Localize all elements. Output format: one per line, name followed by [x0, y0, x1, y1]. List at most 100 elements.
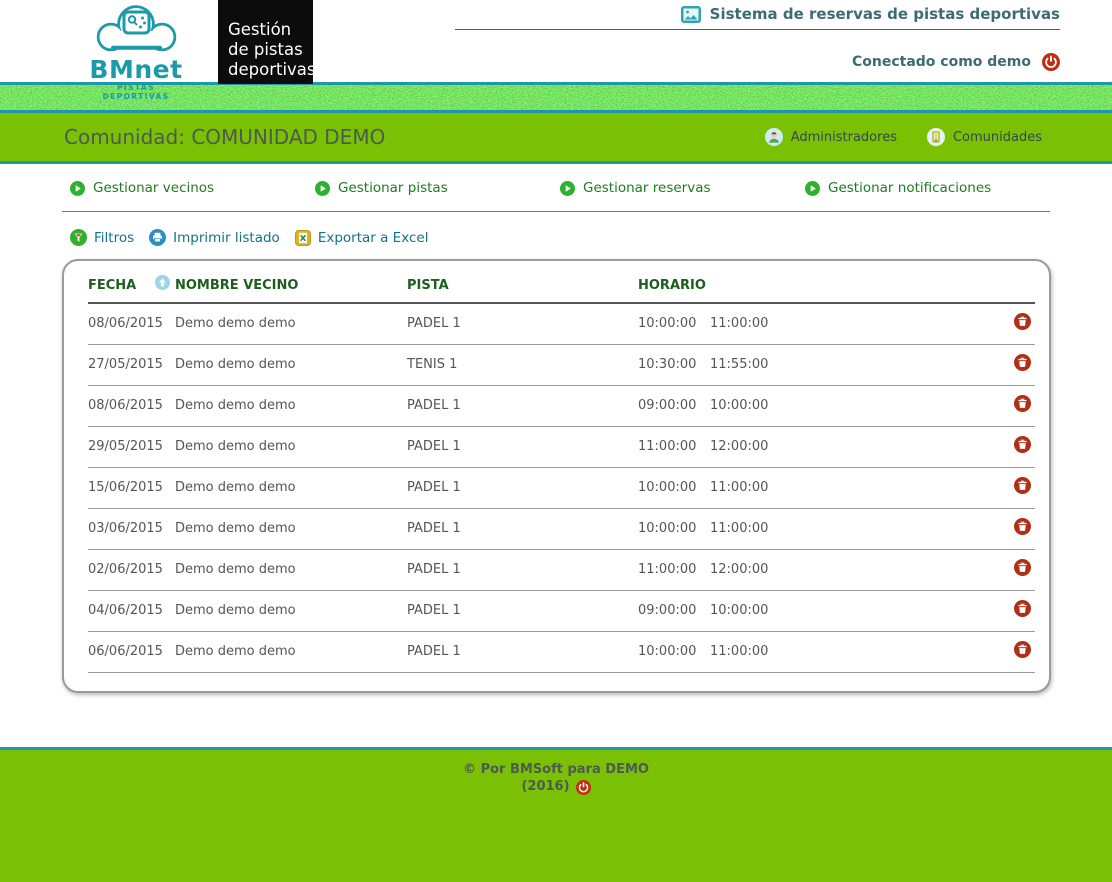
connected-as-text: Conectado como demo	[851, 54, 1031, 70]
connected-status: Conectado como demo	[852, 53, 1060, 71]
cell-nombre-vecino: Demo demo demo	[175, 426, 407, 468]
cell-actions	[993, 344, 1035, 386]
main-menu: Gestionar vecinos Gestionar pistas Gesti…	[62, 180, 1050, 212]
cell-horario: 10:00:00 11:00:00	[638, 631, 993, 673]
delete-reservation-button[interactable]	[1014, 641, 1031, 658]
system-title: Sistema de reservas de pistas deportivas	[680, 5, 1060, 23]
reservation-row: 08/06/2015 Demo demo demo PADEL 1 09:00:…	[88, 385, 1035, 427]
filter-funnel-circle-icon	[70, 229, 87, 246]
menu-label: Gestionar vecinos	[93, 180, 215, 196]
cell-pista: PADEL 1	[407, 508, 638, 550]
cloud-folder-icon	[96, 5, 176, 52]
trash-icon	[1014, 354, 1031, 371]
printer-circle-icon	[149, 229, 167, 246]
delete-reservation-button[interactable]	[1014, 354, 1031, 371]
hora-inicio: 10:00:00	[638, 480, 697, 495]
footer-power-icon[interactable]	[575, 779, 591, 795]
delete-reservation-button[interactable]	[1014, 313, 1031, 330]
administradores-link[interactable]: Administradores	[764, 128, 897, 146]
hora-fin: 12:00:00	[710, 439, 769, 454]
cell-nombre-vecino: Demo demo demo	[175, 631, 407, 673]
building-icon	[926, 128, 945, 146]
cell-fecha: 08/06/2015	[88, 385, 175, 427]
hora-inicio: 09:00:00	[638, 398, 697, 413]
comunidades-label: Comunidades	[952, 129, 1042, 145]
cell-nombre-vecino: Demo demo demo	[175, 549, 407, 591]
cell-actions	[993, 303, 1035, 345]
menu-gestionar-vecinos[interactable]: Gestionar vecinos	[70, 180, 315, 196]
cell-nombre-vecino: Demo demo demo	[175, 508, 407, 550]
comunidades-link[interactable]: Comunidades	[926, 128, 1042, 146]
cell-nombre-vecino: Demo demo demo	[175, 303, 407, 345]
imprimir-listado-button[interactable]: Imprimir listado	[149, 229, 280, 246]
hora-inicio: 10:00:00	[638, 521, 697, 536]
cell-pista: PADEL 1	[407, 590, 638, 632]
menu-label: Gestionar reservas	[583, 180, 711, 196]
filtros-button[interactable]: Filtros	[70, 229, 134, 246]
hora-inicio: 10:00:00	[638, 316, 697, 331]
menu-gestionar-reservas[interactable]: Gestionar reservas	[560, 180, 805, 196]
trash-icon	[1014, 518, 1031, 535]
community-bar: Comunidad: COMUNIDAD DEMO Administradore…	[0, 113, 1112, 164]
delete-reservation-button[interactable]	[1014, 600, 1031, 617]
bmnet-logo[interactable]: BMnet PISTAS DEPORTIVAS	[86, 3, 186, 101]
picture-frame-icon	[680, 5, 701, 23]
exportar-excel-button[interactable]: Exportar a Excel	[294, 229, 428, 246]
reservation-row: 02/06/2015 Demo demo demo PADEL 1 11:00:…	[88, 549, 1035, 591]
cell-fecha: 29/05/2015	[88, 426, 175, 468]
cell-fecha: 04/06/2015	[88, 590, 175, 632]
trash-icon	[1014, 313, 1031, 330]
system-title-text: Sistema de reservas de pistas deportivas	[709, 5, 1060, 23]
hora-fin: 11:00:00	[710, 316, 769, 331]
delete-reservation-button[interactable]	[1014, 518, 1031, 535]
menu-gestionar-pistas[interactable]: Gestionar pistas	[315, 180, 560, 196]
cell-fecha: 15/06/2015	[88, 467, 175, 509]
cell-fecha: 08/06/2015	[88, 303, 175, 345]
play-circle-icon	[315, 180, 330, 196]
footer-line2: (2016)	[0, 779, 1112, 796]
trash-icon	[1014, 395, 1031, 412]
reservation-row: 29/05/2015 Demo demo demo PADEL 1 11:00:…	[88, 426, 1035, 468]
delete-reservation-button[interactable]	[1014, 395, 1031, 412]
delete-reservation-button[interactable]	[1014, 436, 1031, 453]
reservation-row: 06/06/2015 Demo demo demo PADEL 1 10:00:…	[88, 631, 1035, 673]
main-content: Gestionar vecinos Gestionar pistas Gesti…	[0, 164, 1112, 693]
cell-fecha: 27/05/2015	[88, 344, 175, 386]
cell-horario: 09:00:00 10:00:00	[638, 590, 993, 632]
cell-nombre-vecino: Demo demo demo	[175, 590, 407, 632]
hora-inicio: 11:00:00	[638, 439, 697, 454]
app-title-line: deportivas	[228, 59, 316, 79]
cell-actions	[993, 508, 1035, 550]
cell-actions	[993, 467, 1035, 509]
hora-inicio: 10:30:00	[638, 357, 697, 372]
sort-up-icon[interactable]	[155, 275, 170, 294]
menu-label: Gestionar notificaciones	[828, 180, 992, 196]
cell-actions	[993, 426, 1035, 468]
cell-actions	[993, 385, 1035, 427]
menu-gestionar-notificaciones[interactable]: Gestionar notificaciones	[805, 180, 1050, 196]
table-header-row: FECHA NOMBRE VECINO PISTA HORARIO	[88, 274, 1035, 304]
logout-power-icon[interactable]	[1042, 53, 1060, 71]
cell-horario: 10:30:00 11:55:00	[638, 344, 993, 386]
logo-brand-text: BMnet	[89, 55, 183, 84]
footer-line1: © Por BMSoft para DEMO	[463, 762, 649, 777]
cell-fecha: 03/06/2015	[88, 508, 175, 550]
administradores-label: Administradores	[790, 129, 897, 145]
hora-inicio: 10:00:00	[638, 644, 697, 659]
cell-fecha: 06/06/2015	[88, 631, 175, 673]
delete-reservation-button[interactable]	[1014, 559, 1031, 576]
trash-icon	[1014, 477, 1031, 494]
header-pista: PISTA	[407, 274, 638, 304]
play-circle-icon	[805, 180, 820, 196]
cell-actions	[993, 631, 1035, 673]
footer: © Por BMSoft para DEMO (2016)	[0, 747, 1112, 882]
cell-actions	[993, 549, 1035, 591]
delete-reservation-button[interactable]	[1014, 477, 1031, 494]
hora-fin: 10:00:00	[710, 398, 769, 413]
reservation-row: 03/06/2015 Demo demo demo PADEL 1 10:00:…	[88, 508, 1035, 550]
header-divider	[455, 29, 1060, 30]
hora-inicio: 09:00:00	[638, 603, 697, 618]
imprimir-label: Imprimir listado	[173, 229, 280, 246]
cell-horario: 10:00:00 11:00:00	[638, 508, 993, 550]
cell-pista: PADEL 1	[407, 426, 638, 468]
